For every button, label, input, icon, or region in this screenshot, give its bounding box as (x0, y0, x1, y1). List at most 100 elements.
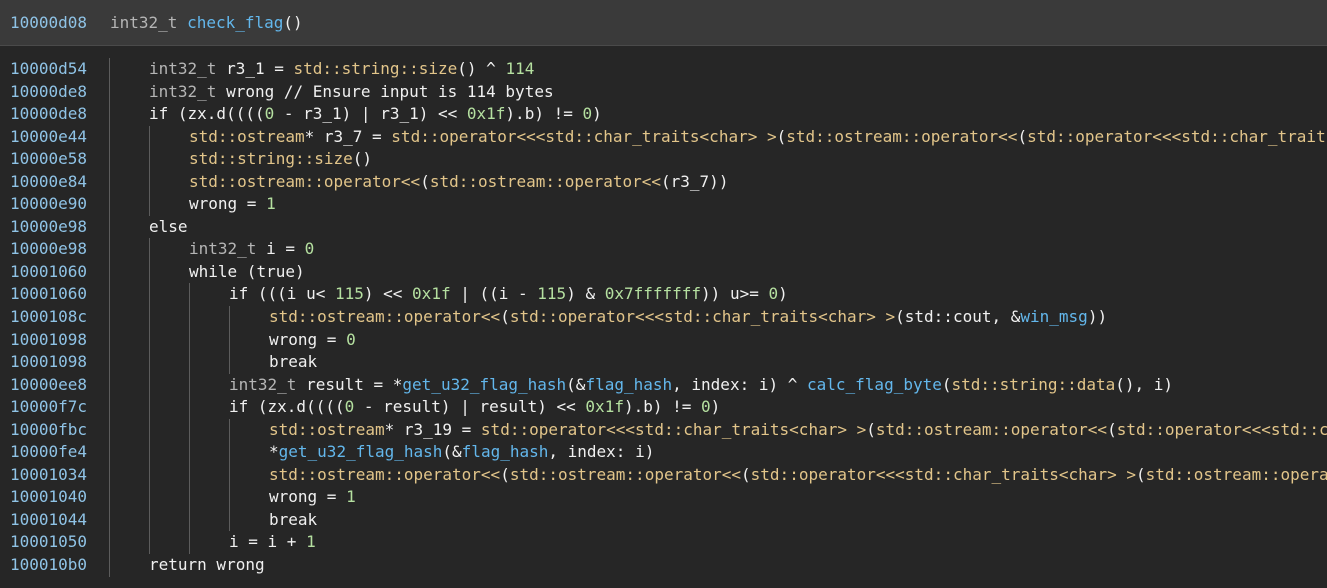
line-address[interactable]: 10000fe4 (10, 441, 87, 464)
code-token[interactable]: win_msg (1020, 307, 1087, 326)
indent-guide (109, 283, 110, 307)
indent-guide (109, 215, 110, 239)
code-row[interactable]: 10000e44 std::ostream* r3_7 = std::operat… (0, 125, 1327, 149)
function-address[interactable]: 10000d08 (10, 13, 87, 32)
line-address[interactable]: 10000e84 (10, 171, 87, 194)
code-token[interactable]: std::ostream::operator<< (1146, 465, 1327, 484)
code-row[interactable]: 10000de8 if (zx.d((((0 - r3_1) | r3_1) <<… (0, 103, 1327, 126)
line-address[interactable]: 100010b0 (10, 554, 87, 577)
code-row[interactable]: 10001060 while (true) (0, 260, 1327, 284)
code-row[interactable]: 100010b0 return wrong (0, 554, 1327, 577)
code-token: ( (1135, 464, 1146, 484)
code-token: 0 (768, 284, 779, 304)
code-token[interactable]: std::operator<<<std::char_traits<char> > (1117, 420, 1327, 439)
line-address[interactable]: 10001098 (10, 329, 87, 352)
code-token[interactable]: calc_flag_byte (807, 375, 942, 394)
line-address[interactable]: 10000de8 (10, 103, 87, 126)
code-token[interactable]: std::string::size (189, 149, 353, 168)
line-address[interactable]: 10000e58 (10, 148, 87, 171)
indent-guide (229, 328, 230, 352)
code-row[interactable]: 10000fbc std::ostream* r3_19 = std::opera… (0, 418, 1327, 442)
line-address[interactable]: 10000de8 (10, 81, 87, 104)
line-address[interactable]: 10001040 (10, 486, 87, 509)
code-token[interactable]: std::operator<<<std::char_traits<char> > (391, 127, 776, 146)
code-row[interactable]: 10000e90 wrong = 1 (0, 193, 1327, 216)
code-token: int32_t (149, 81, 217, 101)
line-address[interactable]: 1000108c (10, 306, 87, 329)
code-token[interactable]: std::ostream::operator<< (510, 465, 741, 484)
line-address[interactable]: 10000ee8 (10, 374, 87, 397)
code-token[interactable]: std::ostream::operator<< (189, 172, 420, 191)
code-row[interactable]: 10000ee8 int32_t result = *get_u32_flag_h… (0, 373, 1327, 397)
code-token[interactable]: std::ostream::operator<< (430, 172, 661, 191)
code-token[interactable]: flag_hash (462, 442, 549, 461)
code-row[interactable]: 10000de8 int32_t wrong // Ensure input is… (0, 80, 1327, 104)
code-token: ( (500, 307, 510, 327)
code-token: result = * (296, 374, 403, 394)
code-token[interactable]: std::operator<<<std::char_traits<char> > (481, 420, 866, 439)
code-row[interactable]: 10001098 wrong = 0 (0, 328, 1327, 352)
code-token[interactable]: get_u32_flag_hash (279, 442, 443, 461)
code-row[interactable]: 10000f7c if (zx.d((((0 - result) | result… (0, 396, 1327, 419)
code-token[interactable]: std::operator<<<std::char_traits<char> > (751, 465, 1136, 484)
line-address[interactable]: 10000f7c (10, 396, 87, 419)
code-token[interactable]: flag_hash (585, 375, 672, 394)
line-address[interactable]: 10000e98 (10, 238, 87, 261)
indent-guide (149, 283, 150, 307)
code-token[interactable]: std::string::size (294, 59, 458, 78)
code-token: (), i) (1115, 374, 1174, 394)
code-row[interactable]: 10000e58 std::string::size() (0, 148, 1327, 171)
line-address[interactable]: 10000d54 (10, 58, 87, 81)
line-address[interactable]: 10001060 (10, 261, 87, 284)
code-token: (& (442, 442, 462, 462)
code-row[interactable]: 1000108c std::ostream::operator<<(std::op… (0, 306, 1327, 329)
code-text: *get_u32_flag_hash(&flag_hash, index: i) (269, 441, 654, 464)
code-row[interactable]: 10001098 break (0, 351, 1327, 374)
code-row[interactable]: 10001034 std::ostream::operator<<(std::os… (0, 463, 1327, 487)
code-token: ) << (363, 284, 413, 304)
line-address[interactable]: 10000e90 (10, 193, 87, 216)
code-row[interactable]: 10000e84 std::ostream::operator<<(std::os… (0, 170, 1327, 194)
indent-guide (229, 418, 230, 442)
function-name[interactable]: check_flag (187, 13, 283, 32)
code-token[interactable]: std::ostream (189, 127, 305, 146)
code-row[interactable]: 10000e98 else (0, 215, 1327, 239)
code-text: std::ostream::operator<<(std::ostream::o… (189, 171, 728, 194)
code-token: return (149, 555, 207, 575)
indent-guide (109, 125, 110, 149)
code-row[interactable]: 10000d54 int32_t r3_1 = std::string::size… (0, 58, 1327, 81)
line-address[interactable]: 10001098 (10, 351, 87, 374)
line-address[interactable]: 10001044 (10, 509, 87, 532)
indent-guide (229, 486, 230, 509)
code-token[interactable]: std::operator<<<std::char_traits<char> > (510, 307, 895, 326)
code-token: 0 (304, 239, 315, 259)
code-text: int32_t i = 0 (189, 238, 314, 261)
line-address[interactable]: 10000e98 (10, 216, 87, 239)
code-token[interactable]: std::string::data (952, 375, 1116, 394)
code-text: int32_t r3_1 = std::string::size() ^ 114 (149, 58, 534, 81)
line-address[interactable]: 10000e44 (10, 126, 87, 149)
code-token[interactable]: std::ostream::operator<< (786, 127, 1017, 146)
code-text: std::ostream* r3_7 = std::operator<<<std… (189, 126, 1327, 149)
indent-guide (189, 531, 190, 555)
code-row[interactable]: 10000e98 int32_t i = 0 (0, 238, 1327, 261)
code-token[interactable]: std::operator<<<std::char_traits<char> >… (1027, 127, 1327, 146)
code-token: int32_t (229, 374, 297, 394)
code-token: , index: i) (548, 442, 655, 462)
line-address[interactable]: 10001050 (10, 531, 87, 554)
code-token[interactable]: std::ostream::operator<< (269, 307, 500, 326)
code-row[interactable]: 10000fe4 *get_u32_flag_hash(&flag_hash, i… (0, 441, 1327, 464)
code-token: (std::cout, & (895, 307, 1021, 327)
indent-guide (189, 373, 190, 397)
code-row[interactable]: 10001044 break (0, 508, 1327, 532)
code-row[interactable]: 10001050 i = i + 1 (0, 531, 1327, 555)
code-token[interactable]: std::ostream (269, 420, 385, 439)
code-token[interactable]: get_u32_flag_hash (402, 375, 566, 394)
code-token[interactable]: std::ostream::operator<< (269, 465, 500, 484)
line-address[interactable]: 10001060 (10, 283, 87, 306)
line-address[interactable]: 10000fbc (10, 419, 87, 442)
code-row[interactable]: 10001060 if (((i u< 115) << 0x1f | ((i - … (0, 283, 1327, 307)
code-token[interactable]: std::ostream::operator<< (876, 420, 1107, 439)
line-address[interactable]: 10001034 (10, 464, 87, 487)
code-row[interactable]: 10001040 wrong = 1 (0, 486, 1327, 509)
